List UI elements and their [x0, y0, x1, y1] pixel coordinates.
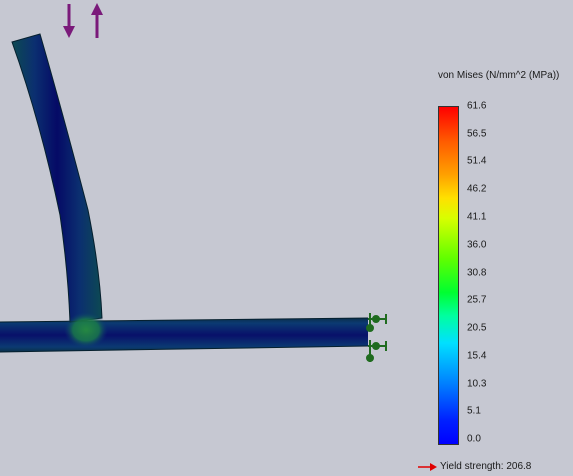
fixture-top-icon: [366, 313, 387, 332]
yield-strength: Yield strength: 206.8: [418, 461, 531, 472]
legend-tick: 36.0: [467, 239, 487, 251]
load-arrow-icon: [63, 3, 103, 38]
horizontal-beam[interactable]: [0, 317, 369, 353]
legend-tick: 56.5: [467, 128, 487, 140]
legend-tick: 0.0: [467, 433, 481, 445]
load-arrow-up-icon: [91, 3, 103, 38]
load-arrow-down-icon: [63, 4, 75, 38]
legend-tick: 15.4: [467, 350, 487, 362]
legend-tick: 5.1: [467, 405, 481, 417]
legend-colorbar: [438, 106, 459, 445]
yield-arrow-icon: [418, 462, 437, 471]
legend-title: von Mises (N/mm^2 (MPa)): [438, 70, 560, 81]
legend-tick: 51.4: [467, 155, 487, 167]
fixed-geometry-icon: [366, 313, 387, 362]
curved-arm[interactable]: [11, 33, 103, 323]
yield-strength-label: Yield strength: 206.8: [440, 461, 532, 472]
legend-tick: 30.8: [467, 267, 487, 279]
stress-concentration: [64, 312, 108, 348]
legend-tick: 41.1: [467, 211, 487, 223]
legend-tick: 10.3: [467, 378, 487, 390]
legend-tick: 61.6: [467, 100, 487, 112]
legend-tick: 25.7: [467, 294, 487, 306]
legend-tick: 20.5: [467, 322, 487, 334]
fixture-bottom-icon: [366, 340, 387, 362]
legend-tick: 46.2: [467, 183, 487, 195]
